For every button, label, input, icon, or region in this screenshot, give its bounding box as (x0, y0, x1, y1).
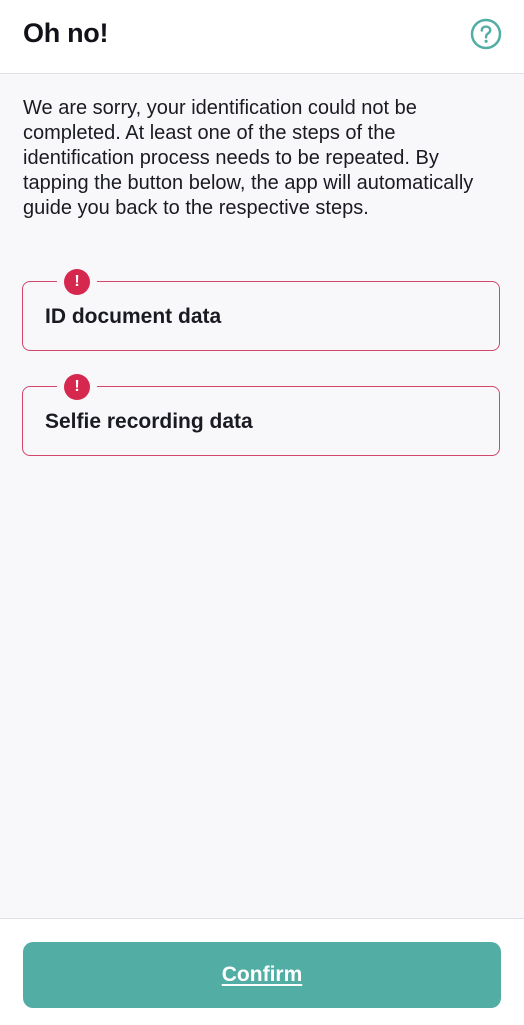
step-label: Selfie recording data (45, 410, 253, 433)
confirm-button[interactable]: Confirm (23, 942, 501, 1008)
step-card-id-document: ! ID document data (22, 268, 500, 351)
step-badge: ! (57, 373, 97, 401)
error-description: We are sorry, your identification could … (23, 97, 474, 219)
help-button[interactable] (470, 18, 502, 50)
question-circle-icon (470, 18, 502, 50)
step-badge: ! (57, 268, 97, 296)
step-card-selfie-recording: ! Selfie recording data (22, 373, 500, 456)
footer-bar: Confirm (0, 918, 524, 1025)
alert-icon: ! (64, 269, 90, 295)
page-title: Oh no! (23, 18, 109, 48)
step-label: ID document data (45, 305, 222, 328)
alert-icon: ! (64, 374, 90, 400)
header-bar: Oh no! (0, 0, 524, 74)
